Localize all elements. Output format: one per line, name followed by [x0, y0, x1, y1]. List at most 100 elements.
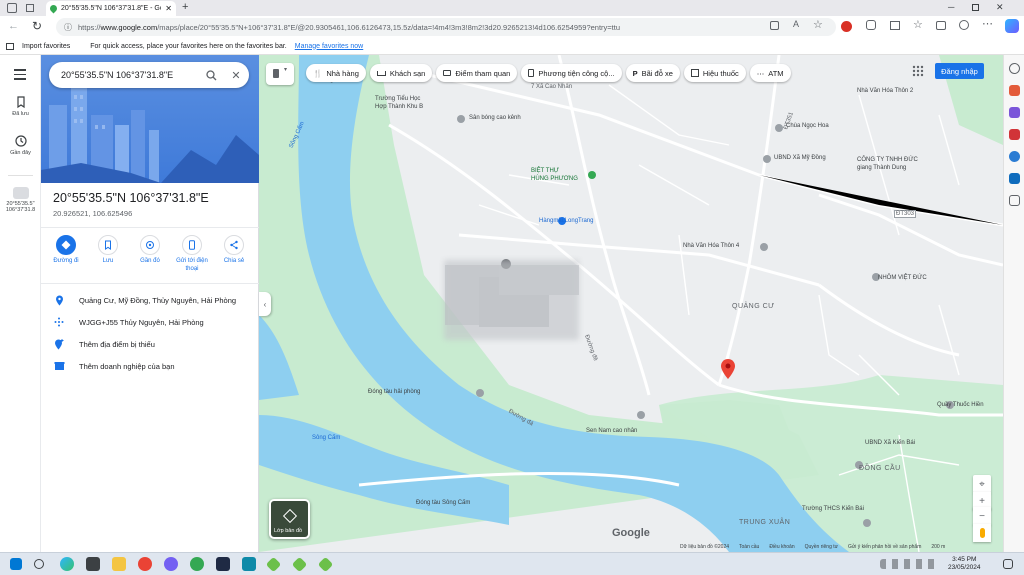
- label-nvh-thon-2[interactable]: Nhà Văn Hóa Thôn 2: [857, 88, 913, 94]
- close-window-icon[interactable]: ✕: [996, 2, 1004, 13]
- my-location-button[interactable]: ⌖: [973, 475, 991, 493]
- chip-transit[interactable]: Phương tiện công cộ...: [521, 64, 622, 82]
- app4-taskbar-icon[interactable]: [317, 556, 334, 573]
- chip-restaurants[interactable]: 🍴 Nhà hàng: [306, 64, 366, 82]
- directions-button[interactable]: Đường đi: [47, 235, 85, 273]
- label-dong-tau-song-cam[interactable]: Đóng tàu Sông Cấm: [416, 500, 470, 506]
- add-missing-place-row[interactable]: Thêm địa điểm bị thiếu: [41, 333, 259, 355]
- viber-taskbar-icon[interactable]: [164, 557, 178, 571]
- page-info-icon[interactable]: ⓘ: [64, 22, 72, 33]
- tab-close-icon[interactable]: ✕: [165, 4, 172, 13]
- edge-taskbar-icon[interactable]: [60, 557, 74, 571]
- rail-saved[interactable]: Đã lưu: [0, 95, 41, 117]
- office-icon[interactable]: [1009, 151, 1020, 162]
- label-nvh-thon-4[interactable]: Nhà Văn Hóa Thôn 4: [683, 243, 739, 249]
- menu-icon[interactable]: [14, 69, 26, 80]
- label-hang-mai[interactable]: Hàngmãi.LongTrang: [539, 218, 593, 224]
- photos-taskbar-icon[interactable]: [242, 557, 256, 571]
- label-quay-thuoc[interactable]: Quầy Thuốc Hiền: [937, 402, 984, 408]
- refresh-icon[interactable]: ↻: [32, 19, 42, 33]
- tray-icons[interactable]: [880, 559, 940, 569]
- save-button[interactable]: Lưu: [89, 235, 127, 273]
- rail-recent-place[interactable]: 20°55'35.5" 106°37'31.8: [0, 187, 41, 213]
- label-football-field[interactable]: Sân bóng cao kênh: [469, 115, 521, 121]
- address-bar[interactable]: ⓘ https://www.google.com/maps/place/20°5…: [56, 18, 836, 36]
- share-button[interactable]: Chia sẻ: [215, 235, 253, 273]
- layers-button[interactable]: Lớp bản đồ: [269, 499, 310, 539]
- search-input[interactable]: 20°55'35.5"N 106°37'31.8"E: [61, 70, 199, 80]
- scale-label[interactable]: 200 m: [931, 544, 945, 550]
- global-link[interactable]: Toàn cầu: [739, 544, 759, 550]
- read-aloud-icon[interactable]: A: [793, 19, 799, 29]
- games-icon[interactable]: [1009, 129, 1020, 140]
- rail-recent[interactable]: Gần đây: [0, 134, 41, 156]
- taskbar-search-icon[interactable]: [34, 559, 44, 569]
- store-taskbar-icon[interactable]: [86, 557, 100, 571]
- zoom-out-button[interactable]: −: [973, 507, 991, 525]
- label-dong-tau-hp[interactable]: Đóng tàu hải phòng: [368, 389, 420, 395]
- extension-badge-icon[interactable]: [841, 21, 852, 32]
- manage-favorites-link[interactable]: Manage favorites now: [295, 43, 363, 50]
- shopping-icon[interactable]: [1009, 85, 1020, 96]
- window-menu-icon[interactable]: [7, 3, 17, 13]
- add-business-row[interactable]: Thêm doanh nghiệp của bạn: [41, 355, 259, 377]
- chip-hotels[interactable]: Khách sạn: [369, 64, 433, 82]
- import-favorites-icon[interactable]: [6, 42, 14, 50]
- notification-icon[interactable]: [1003, 559, 1013, 569]
- files-taskbar-icon[interactable]: [112, 557, 126, 571]
- dropped-pin-icon[interactable]: [721, 359, 735, 379]
- map-layers-toggle[interactable]: ▾: [266, 63, 294, 85]
- plus-code-row[interactable]: WJGG+J55 Thủy Nguyên, Hải Phòng: [41, 311, 259, 333]
- split-screen-icon[interactable]: [890, 21, 900, 30]
- chip-parking[interactable]: P Bãi đỗ xe: [625, 64, 680, 82]
- tab-actions-icon[interactable]: [26, 4, 34, 12]
- more-options-icon[interactable]: ⋯: [982, 17, 993, 30]
- copilot-icon[interactable]: [1005, 19, 1019, 33]
- import-favorites-link[interactable]: Import favorites: [22, 43, 70, 50]
- label-ubnd-kien-bai[interactable]: UBND Xã Kiến Bái: [865, 440, 915, 446]
- label-sen-nam[interactable]: Sen Nam cao nhân: [586, 428, 637, 434]
- favorite-star-icon[interactable]: ☆: [813, 18, 823, 31]
- privacy-link[interactable]: Quyền riêng tư: [805, 544, 838, 550]
- extensions-icon[interactable]: [866, 20, 876, 30]
- collapse-panel-button[interactable]: ‹: [259, 292, 271, 316]
- search-sidebar-icon[interactable]: [1009, 63, 1020, 74]
- label-villa[interactable]: BIỆT THỰ: [531, 168, 559, 174]
- add-sidebar-icon[interactable]: [1009, 195, 1020, 206]
- maximize-icon[interactable]: [972, 4, 979, 11]
- clock[interactable]: 3:45 PM 23/05/2024: [948, 556, 981, 573]
- address-row[interactable]: Quảng Cư, Mỹ Đồng, Thủy Nguyên, Hải Phòn…: [41, 289, 259, 311]
- terms-link[interactable]: Điều khoản: [769, 544, 794, 550]
- label-ubnd-my-dong[interactable]: UBND Xã Mỹ Đồng: [774, 155, 826, 161]
- map-canvas[interactable]: Trường Tiểu Học Hợp Thành Khu B 7 Xã Cao…: [259, 55, 1003, 552]
- outlook-icon[interactable]: [1009, 173, 1020, 184]
- chip-attractions[interactable]: Điểm tham quan: [436, 64, 518, 82]
- sign-in-button[interactable]: Đăng nhập: [935, 63, 984, 79]
- collections-icon[interactable]: [936, 21, 946, 30]
- search-icon[interactable]: [199, 69, 223, 81]
- send-to-phone-button[interactable]: Gửi tới điện thoại: [173, 235, 211, 273]
- feedback-link[interactable]: Gửi ý kiến phản hồi về sản phẩm: [848, 544, 921, 550]
- browser-essentials-icon[interactable]: [959, 20, 969, 30]
- app-taskbar-icon[interactable]: [216, 557, 230, 571]
- app3-taskbar-icon[interactable]: [291, 556, 308, 573]
- tools-icon[interactable]: [1009, 107, 1020, 118]
- new-tab-button[interactable]: +: [182, 1, 188, 13]
- chip-pharmacies[interactable]: Hiệu thuốc: [683, 64, 746, 82]
- browser-tab-maps[interactable]: 20°55'35.5"N 106°37'31.8"E - Go... ✕: [46, 1, 176, 16]
- pegman-button[interactable]: [973, 524, 991, 542]
- start-icon[interactable]: [10, 558, 22, 570]
- label-company[interactable]: CÔNG TY TNHH ĐỨC: [857, 157, 918, 163]
- label-truong-thcs[interactable]: Trường THCS Kiến Bái: [802, 506, 864, 512]
- label-nhom-viet-duc[interactable]: NHÔM VIỆT ĐỨC: [878, 275, 927, 281]
- search-box[interactable]: 20°55'35.5"N 106°37'31.8"E ✕: [49, 62, 249, 88]
- chrome-2-taskbar-icon[interactable]: [190, 557, 204, 571]
- back-icon[interactable]: ←: [8, 20, 19, 32]
- chrome-taskbar-icon[interactable]: [138, 557, 152, 571]
- nearby-button[interactable]: Gần đó: [131, 235, 169, 273]
- app-available-icon[interactable]: [770, 21, 779, 30]
- chip-atm[interactable]: ⋯ ATM: [749, 64, 791, 82]
- label-chua-ngoc-hoa[interactable]: Chùa Ngọc Hoa: [786, 123, 829, 129]
- app2-taskbar-icon[interactable]: [265, 556, 282, 573]
- favorites-icon[interactable]: ☆: [913, 18, 923, 31]
